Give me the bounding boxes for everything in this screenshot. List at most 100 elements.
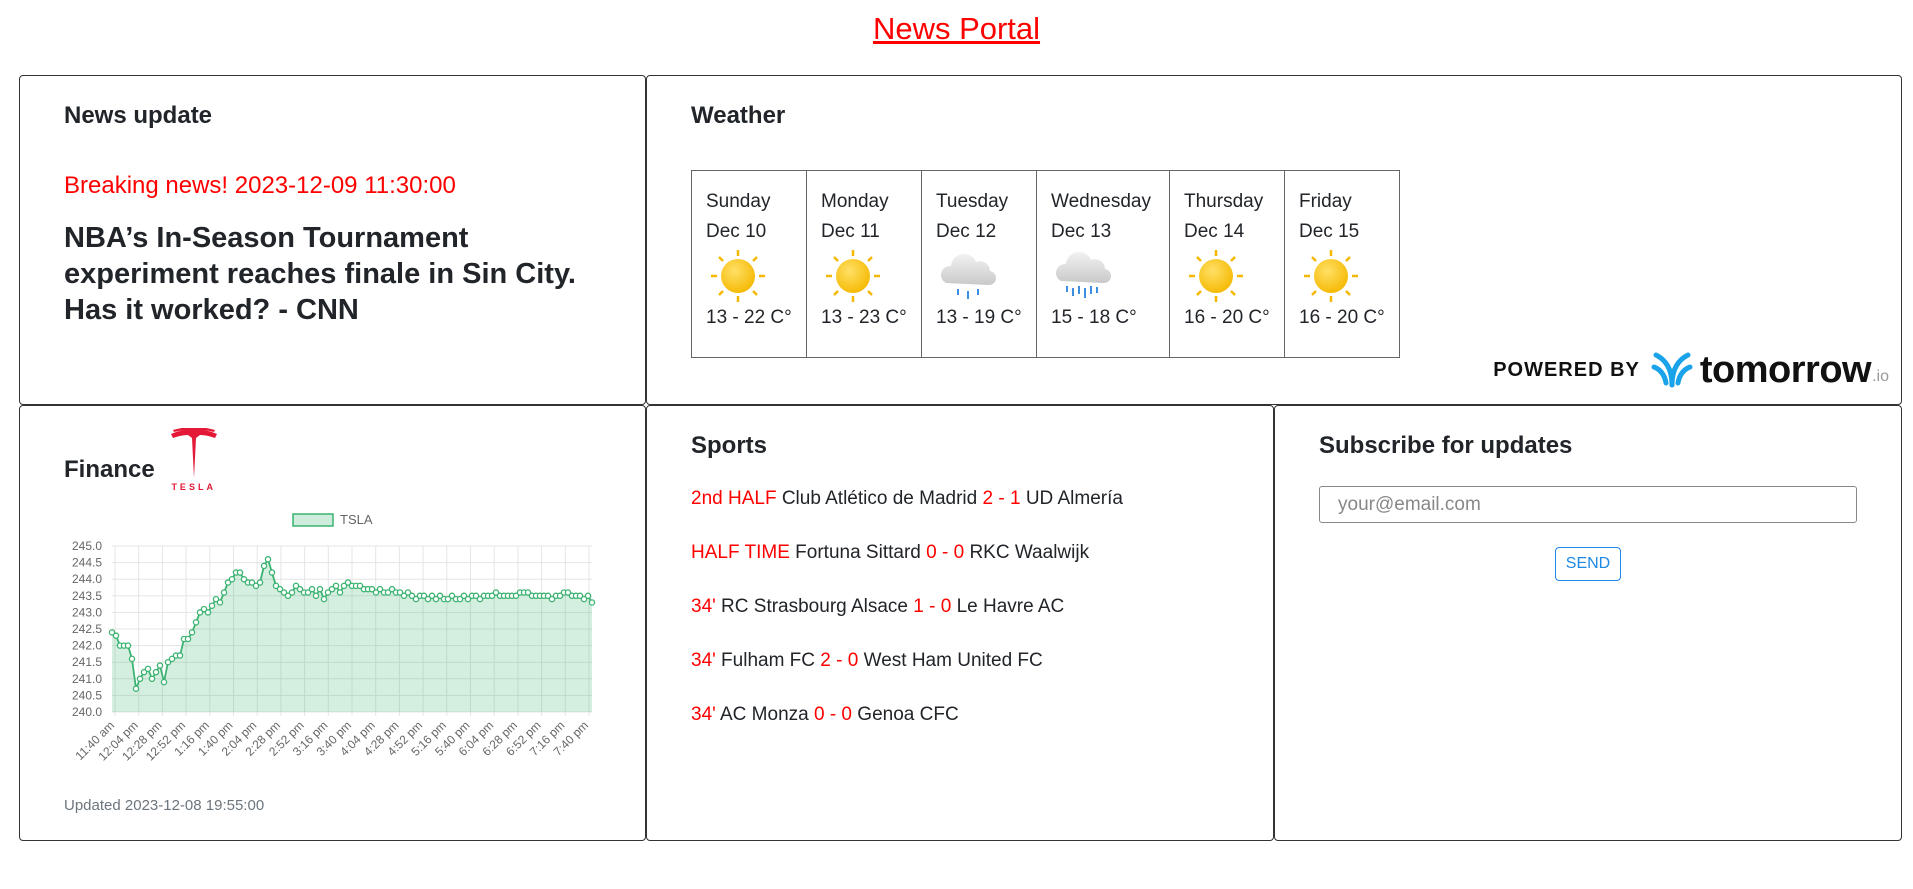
- data-point: [136, 675, 144, 683]
- dashboard-grid: News update Breaking news! 2023-12-09 11…: [19, 75, 1902, 841]
- data-point: [216, 599, 224, 606]
- y-tick-label: 243.0: [72, 605, 102, 619]
- y-tick-label: 243.5: [72, 589, 102, 603]
- subscribe-card: Subscribe for updates SEND: [1274, 405, 1902, 841]
- stock-chart: TSLA 240.0 240.5 241.0 241.5 242.0 242.5 243.0 2…: [64, 506, 601, 771]
- data-point: [268, 569, 276, 576]
- forecast-day-name: Sunday: [706, 191, 771, 212]
- sun-icon: [821, 249, 921, 302]
- data-point: [176, 652, 184, 659]
- match-home: Fulham FC: [721, 650, 816, 671]
- page-title: News Portal: [0, 0, 1913, 50]
- finance-title: Finance: [64, 456, 155, 483]
- data-point: [192, 619, 200, 626]
- tesla-t-icon: [170, 428, 217, 478]
- forecast-day-name: Monday: [821, 191, 889, 212]
- forecast-list: Sunday Dec 10 13 - 22 C° Monday Dec 11 1…: [691, 170, 1857, 358]
- match-status: HALF TIME: [691, 542, 790, 563]
- forecast-day: Thursday Dec 14 16 - 20 C°: [1169, 170, 1285, 358]
- sun-icon: [1184, 249, 1284, 302]
- match-home: AC Monza: [720, 704, 809, 725]
- match-status: 34': [691, 650, 716, 671]
- forecast-date: Dec 12: [936, 221, 997, 242]
- match-away: RKC Waalwijk: [969, 542, 1090, 563]
- y-tick-label: 245.0: [72, 539, 102, 553]
- y-tick-label: 244.5: [72, 556, 102, 570]
- match-score: 1 - 0: [913, 596, 952, 617]
- match-score: 0 - 0: [813, 704, 853, 725]
- powered-by-label: POWERED BY: [1493, 359, 1640, 381]
- data-point: [128, 655, 136, 663]
- data-point: [260, 562, 268, 570]
- data-point: [584, 592, 592, 600]
- data-point: [288, 589, 296, 596]
- data-point: [236, 569, 244, 576]
- forecast-temp: 16 - 20 C°: [1184, 307, 1270, 328]
- forecast-temp: 13 - 22 C°: [706, 307, 792, 328]
- match-home: RC Strasbourg Alsace: [721, 596, 908, 617]
- data-point: [228, 575, 236, 583]
- finance-header: Finance TESLA: [64, 428, 601, 492]
- data-point: [264, 556, 272, 563]
- data-point: [256, 579, 264, 586]
- powered-by-badge[interactable]: POWERED BY tomorrow .io: [1493, 347, 1889, 394]
- data-point: [208, 602, 216, 610]
- data-point: [132, 685, 140, 693]
- match-status: 2nd HALF: [691, 488, 777, 509]
- match-item[interactable]: 34' Fulham FC 2 - 0 West Ham United FC: [691, 648, 1229, 674]
- email-field[interactable]: [1319, 486, 1857, 523]
- tesla-logo: TESLA: [169, 428, 219, 492]
- match-item[interactable]: 2nd HALF Club Atlético de Madrid 2 - 1 U…: [691, 486, 1229, 512]
- forecast-day: Wednesday Dec 13 15 - 18 C°: [1036, 170, 1170, 358]
- forecast-temp: 13 - 23 C°: [821, 307, 907, 328]
- forecast-date: Dec 13: [1051, 221, 1112, 242]
- data-point: [156, 662, 164, 669]
- matches-list: 2nd HALF Club Atlético de Madrid 2 - 1 U…: [691, 486, 1229, 728]
- news-headline[interactable]: NBA’s In-Season Tournament experiment re…: [64, 220, 601, 328]
- match-status: 34': [691, 704, 716, 725]
- match-score: 2 - 1: [982, 488, 1021, 509]
- sun-icon: [706, 249, 806, 302]
- page-title-link[interactable]: News Portal: [873, 11, 1040, 46]
- y-tick-label: 242.0: [72, 639, 102, 653]
- tesla-wordmark: TESLA: [171, 482, 216, 492]
- stock-chart-svg: TSLA 240.0 240.5 241.0 241.5 242.0 242.5 243.0 2…: [72, 512, 596, 764]
- match-item[interactable]: 34' RC Strasbourg Alsace 1 - 0 Le Havre …: [691, 594, 1229, 620]
- forecast-day: Tuesday Dec 12 13 - 19 C°: [921, 170, 1037, 358]
- legend-swatch: [292, 513, 334, 527]
- weather-title: Weather: [691, 102, 786, 129]
- subscribe-title: Subscribe for updates: [1319, 432, 1573, 459]
- brand-name: tomorrow: [1699, 349, 1872, 391]
- match-away: Le Havre AC: [956, 596, 1065, 617]
- forecast-day: Sunday Dec 10 13 - 22 C°: [691, 170, 807, 358]
- data-point: [144, 665, 152, 673]
- forecast-date: Dec 15: [1299, 221, 1360, 242]
- data-point: [112, 632, 120, 639]
- finance-card: Finance TESLA TSLA 240.0 240.5 241.0 241.5 24…: [19, 405, 646, 841]
- data-point: [332, 582, 340, 590]
- sun-icon: [1299, 249, 1399, 302]
- data-point: [148, 675, 156, 683]
- brand-suffix: .io: [1872, 367, 1889, 385]
- news-card: News update Breaking news! 2023-12-09 11…: [19, 75, 646, 405]
- sports-card: Sports 2nd HALF Club Atlético de Madrid …: [646, 405, 1274, 841]
- y-tick-label: 244.0: [72, 572, 102, 586]
- data-point: [124, 642, 132, 649]
- forecast-temp: 16 - 20 C°: [1299, 307, 1385, 328]
- forecast-date: Dec 11: [821, 221, 880, 242]
- legend-label: TSLA: [340, 512, 373, 527]
- match-away: West Ham United FC: [863, 650, 1043, 671]
- send-button[interactable]: SEND: [1554, 547, 1622, 581]
- breaking-news-label: Breaking news! 2023-12-09 11:30:00: [64, 172, 456, 199]
- rain-cloud-icon: [936, 249, 1036, 301]
- forecast-date: Dec 14: [1184, 221, 1245, 242]
- y-tick-label: 242.5: [72, 622, 102, 636]
- data-point: [312, 592, 320, 600]
- data-point: [152, 668, 160, 676]
- forecast-temp: 13 - 19 C°: [936, 307, 1022, 328]
- data-point: [184, 635, 192, 643]
- heavy-rain-cloud-icon: [1051, 249, 1169, 301]
- match-item[interactable]: 34' AC Monza 0 - 0 Genoa CFC: [691, 702, 1229, 728]
- match-item[interactable]: HALF TIME Fortuna Sittard 0 - 0 RKC Waal…: [691, 540, 1229, 566]
- news-title: News update: [64, 102, 213, 129]
